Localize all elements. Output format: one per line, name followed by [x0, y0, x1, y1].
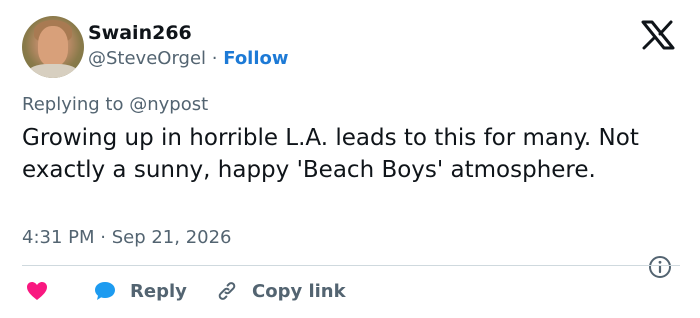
x-logo-icon[interactable] — [640, 20, 676, 50]
reply-button[interactable]: Reply — [94, 276, 187, 306]
avatar-face — [38, 26, 68, 66]
author-handle[interactable]: @SteveOrgel — [88, 48, 206, 69]
avatar[interactable] — [22, 16, 84, 78]
handle-separator: · — [211, 48, 218, 69]
replying-mention[interactable]: @nypost — [129, 94, 208, 115]
link-icon — [218, 282, 236, 300]
reply-bubble-icon — [95, 282, 115, 300]
heart-icon[interactable] — [26, 281, 48, 301]
replying-prefix: Replying to — [22, 94, 124, 115]
tweet-timestamp[interactable]: 4:31 PM · Sep 21, 2026 — [22, 227, 232, 248]
author-display-name[interactable]: Swain266 — [88, 22, 192, 44]
divider — [22, 265, 680, 266]
reply-label: Reply — [130, 280, 187, 302]
tweet-text: Growing up in horrible L.A. leads to thi… — [22, 125, 639, 183]
follow-button[interactable]: Follow — [223, 48, 288, 69]
author-handle-row: @SteveOrgel · Follow — [88, 48, 289, 69]
action-bar: Reply Copy link — [22, 276, 682, 306]
copy-link-label: Copy link — [252, 280, 346, 302]
replying-to: Replying to @nypost — [22, 94, 208, 115]
copy-link-button[interactable]: Copy link — [216, 276, 346, 306]
avatar-shirt — [28, 64, 78, 78]
